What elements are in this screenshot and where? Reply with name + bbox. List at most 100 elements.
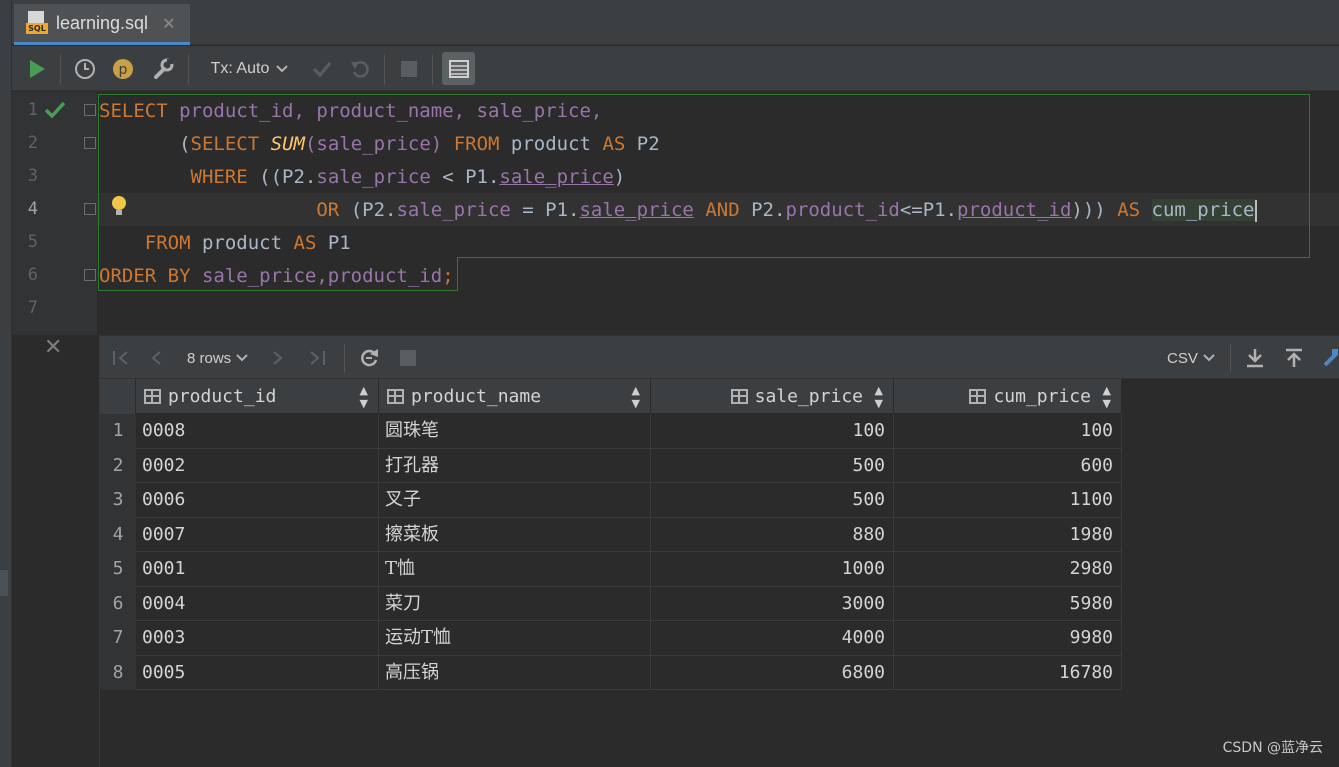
code-line-3: WHERE ((P2.sale_price < P1.sale_price)	[190, 166, 626, 188]
cell-product-name[interactable]: 叉子	[379, 483, 651, 518]
sort-icon[interactable]: ▲ ▼	[360, 384, 368, 410]
cell-product-id[interactable]: 0007	[136, 517, 379, 552]
column-icon	[387, 389, 404, 404]
code-line-2: (SELECT SUM(sale_price) FROM product AS …	[179, 133, 660, 155]
cell-cum-price[interactable]: 2980	[894, 552, 1122, 587]
cell-cum-price[interactable]: 1100	[894, 483, 1122, 518]
column-icon	[730, 389, 748, 404]
cell-sale-price[interactable]: 880	[651, 517, 894, 552]
cell-sale-price[interactable]: 100	[651, 414, 894, 449]
tab-close-icon[interactable]: ✕	[162, 14, 175, 33]
cell-cum-price[interactable]: 16780	[894, 655, 1122, 690]
column-header-product-name[interactable]: product_name ▲ ▼	[379, 379, 651, 414]
sql-file-icon: SQL	[26, 11, 48, 35]
refresh-icon[interactable]	[359, 336, 379, 380]
editor-gutter: 1 2 3 4 5 6 7	[12, 92, 126, 335]
pin-icon[interactable]	[1322, 336, 1339, 380]
column-header-sale-price[interactable]: sale_price ▲ ▼	[651, 379, 894, 414]
line-number: 6	[27, 265, 38, 285]
run-button[interactable]	[24, 46, 50, 91]
table-row[interactable]: 8 0005 高压锅 6800 16780	[100, 655, 1122, 690]
chevron-down-icon	[236, 354, 248, 362]
table-row[interactable]: 7 0003 运动T恤 4000 9980	[100, 621, 1122, 656]
fold-marker-icon[interactable]	[84, 203, 96, 215]
export-format-select[interactable]: CSV	[1167, 336, 1215, 380]
rollback-button[interactable]	[348, 46, 372, 91]
next-page-icon[interactable]	[272, 336, 284, 380]
cell-sale-price[interactable]: 3000	[651, 586, 894, 621]
sql-editor[interactable]: 1 2 3 4 5 6 7 SELECT product_id, product…	[12, 92, 1339, 335]
results-toolbar: 8 rows CSV	[100, 335, 1339, 379]
check-icon	[312, 61, 332, 77]
table-row[interactable]: 6 0004 菜刀 3000 5980	[100, 586, 1122, 621]
code-line-4: OR (P2.sale_price = P1.sale_price AND P2…	[316, 199, 1257, 222]
profile-button[interactable]: p	[110, 46, 136, 91]
sort-icon[interactable]: ▲ ▼	[1103, 384, 1111, 410]
table-row[interactable]: 3 0006 叉子 500 1100	[100, 483, 1122, 518]
stop-query-icon[interactable]	[400, 336, 416, 380]
commit-button[interactable]	[310, 46, 334, 91]
column-header-product-id[interactable]: product_id ▲ ▼	[136, 379, 379, 414]
cell-product-id[interactable]: 0004	[136, 586, 379, 621]
download-icon[interactable]	[1245, 336, 1265, 380]
first-page-icon[interactable]	[112, 336, 130, 380]
stop-icon	[401, 60, 417, 77]
close-results-icon[interactable]: ✕	[44, 335, 62, 360]
fold-marker-icon[interactable]	[84, 137, 96, 149]
column-header-cum-price[interactable]: cum_price ▲ ▼	[894, 379, 1122, 414]
sort-icon[interactable]: ▲ ▼	[632, 384, 640, 410]
upload-icon[interactable]	[1284, 336, 1304, 380]
cell-product-name[interactable]: 菜刀	[379, 586, 651, 621]
cell-product-id[interactable]: 0005	[136, 655, 379, 690]
cell-product-id[interactable]: 0003	[136, 621, 379, 656]
fold-marker-icon[interactable]	[84, 104, 96, 116]
line-number: 2	[27, 133, 38, 153]
tab-learning-sql[interactable]: SQL learning.sql ✕	[14, 4, 190, 45]
tab-title: learning.sql	[56, 12, 149, 33]
cell-product-name[interactable]: 运动T恤	[379, 621, 651, 656]
cell-cum-price[interactable]: 5980	[894, 586, 1122, 621]
prev-page-icon[interactable]	[150, 336, 162, 380]
code-line-6: ORDER BY sale_price,product_id;	[99, 265, 454, 287]
history-button[interactable]	[72, 46, 98, 91]
cell-cum-price[interactable]: 1980	[894, 517, 1122, 552]
table-row[interactable]: 2 0002 打孔器 500 600	[100, 448, 1122, 483]
row-number: 4	[100, 517, 136, 552]
cell-product-name[interactable]: 高压锅	[379, 655, 651, 690]
row-number: 3	[100, 483, 136, 518]
table-row[interactable]: 1 0008 圆珠笔 100 100	[100, 414, 1122, 449]
cell-sale-price[interactable]: 6800	[651, 655, 894, 690]
table-row[interactable]: 5 0001 T恤 1000 2980	[100, 552, 1122, 587]
transaction-mode-select[interactable]: Tx: Auto	[208, 46, 292, 91]
cell-product-name[interactable]: 擦菜板	[379, 517, 651, 552]
cell-product-name[interactable]: 圆珠笔	[379, 414, 651, 449]
last-page-icon[interactable]	[308, 336, 326, 380]
table-row[interactable]: 4 0007 擦菜板 880 1980	[100, 517, 1122, 552]
cell-sale-price[interactable]: 1000	[651, 552, 894, 587]
cell-product-id[interactable]: 0001	[136, 552, 379, 587]
row-count-select[interactable]: 8 rows	[187, 336, 248, 380]
row-number: 7	[100, 621, 136, 656]
cell-product-name[interactable]: T恤	[379, 552, 651, 587]
stop-button[interactable]	[398, 46, 420, 91]
output-layout-button[interactable]	[442, 46, 475, 91]
fold-marker-icon[interactable]	[84, 269, 96, 281]
watermark: CSDN @蓝净云	[1222, 740, 1323, 756]
code-line-1: SELECT product_id, product_name, sale_pr…	[99, 100, 603, 122]
settings-button[interactable]	[150, 46, 176, 91]
cell-product-id[interactable]: 0008	[136, 414, 379, 449]
cell-product-id[interactable]: 0006	[136, 483, 379, 518]
sort-icon[interactable]: ▲ ▼	[875, 384, 883, 410]
cell-sale-price[interactable]: 500	[651, 448, 894, 483]
cell-sale-price[interactable]: 4000	[651, 621, 894, 656]
cell-cum-price[interactable]: 100	[894, 414, 1122, 449]
cell-cum-price[interactable]: 600	[894, 448, 1122, 483]
cell-product-id[interactable]: 0002	[136, 448, 379, 483]
chevron-down-icon	[276, 64, 289, 72]
strip-marker	[0, 570, 8, 596]
grid-header: product_id ▲ ▼ product_name ▲ ▼ sale_price…	[100, 379, 1122, 414]
cell-cum-price[interactable]: 9980	[894, 621, 1122, 656]
line-number: 7	[27, 298, 38, 318]
cell-sale-price[interactable]: 500	[651, 483, 894, 518]
cell-product-name[interactable]: 打孔器	[379, 448, 651, 483]
